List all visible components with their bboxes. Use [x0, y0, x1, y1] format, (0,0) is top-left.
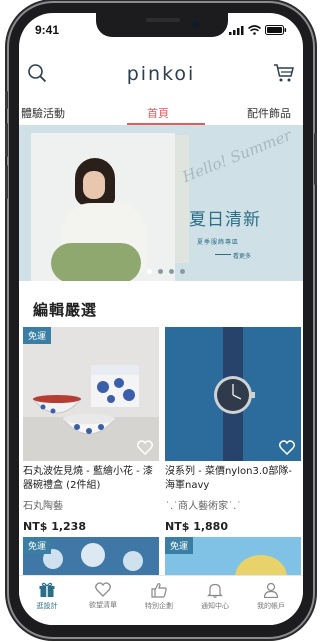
banner-subtitle: 夏季服飾專區: [197, 239, 240, 246]
banner-pillow: [51, 243, 141, 281]
volume-down-button: [5, 165, 8, 199]
app-logo[interactable]: pinkoi: [19, 63, 303, 85]
signal-icon: [229, 25, 244, 35]
nav-label: 我的帳戶: [257, 602, 285, 610]
nav-my-account[interactable]: 我的帳戶: [243, 582, 299, 611]
heart-icon[interactable]: [137, 440, 153, 455]
free-shipping-badge: 免運: [165, 537, 194, 554]
banner-more-link[interactable]: 看更多: [233, 251, 251, 260]
bell-icon: [207, 583, 223, 598]
nav-browse-design[interactable]: 逛設計: [19, 582, 75, 611]
status-time: 9:41: [35, 23, 60, 37]
carousel-dots: [147, 269, 185, 274]
category-tabs: 體驗活動 首頁 配件飾品: [19, 103, 303, 126]
speaker: [146, 18, 180, 22]
tab-accessories[interactable]: 配件飾品: [247, 105, 291, 121]
heart-icon[interactable]: [279, 440, 295, 455]
user-icon: [263, 582, 279, 598]
phone-screen: 9:41 pinkoi 體驗活動 首頁 配件飾品 Hello! Summer 夏…: [19, 13, 303, 625]
banner-model-face: [83, 171, 105, 199]
section-title: 編輯嚴選: [33, 301, 98, 319]
product-card[interactable]: 沒系列 - 菜價nylon3.0部隊-海軍navy ˙.˙商人藝術家˙.˙ NT…: [165, 327, 301, 533]
nav-special-projects[interactable]: 特別企劃: [131, 582, 187, 611]
thumbs-up-icon: [151, 583, 167, 598]
banner-title: 夏日清新: [189, 210, 261, 230]
product-price: NT$ 1,880: [165, 520, 228, 533]
promo-banner[interactable]: Hello! Summer 夏日清新 夏季服飾專區 看更多: [19, 125, 303, 281]
cart-icon[interactable]: [273, 63, 295, 83]
bottom-nav: 逛設計 欲望清單 特別企劃 通知中心 我的帳戶: [19, 575, 303, 625]
banner-more-line: [215, 254, 231, 255]
notch: [96, 13, 228, 37]
product-card[interactable]: 免運: [165, 537, 301, 577]
power-button: [314, 133, 317, 185]
wifi-icon: [248, 25, 261, 35]
gift-icon: [39, 582, 55, 597]
nav-label: 逛設計: [36, 602, 58, 610]
carousel-dot[interactable]: [180, 269, 185, 274]
heart-icon: [95, 582, 111, 597]
app-header: pinkoi: [19, 43, 303, 95]
carousel-dot[interactable]: [147, 269, 152, 274]
product-title[interactable]: 沒系列 - 菜價nylon3.0部隊-海軍navy: [165, 465, 301, 493]
banner-script-text: Hello! Summer: [179, 125, 294, 187]
front-camera: [192, 21, 199, 28]
product-price: NT$ 1,238: [23, 520, 86, 533]
product-image: [165, 327, 301, 461]
battery-icon: [265, 25, 287, 35]
tab-home[interactable]: 首頁: [147, 105, 169, 121]
product-card[interactable]: 免運: [23, 537, 159, 577]
shop-name[interactable]: ˙.˙商人藝術家˙.˙: [165, 497, 301, 512]
nav-notifications[interactable]: 通知中心: [187, 582, 243, 611]
shop-name[interactable]: 石丸陶藝: [23, 497, 159, 512]
free-shipping-badge: 免運: [23, 327, 52, 344]
nav-wishlist[interactable]: 欲望清單: [75, 582, 131, 610]
volume-up-button: [5, 123, 8, 157]
nav-label: 通知中心: [201, 602, 229, 610]
product-card[interactable]: 免運 石丸波佐見燒 - 藍繪小花 - 漆器碗禮盒 (2件組) 石丸陶藝 NT$ …: [23, 327, 159, 533]
carousel-dot[interactable]: [158, 269, 163, 274]
product-image: 免運: [23, 327, 159, 461]
mute-switch: [5, 91, 8, 109]
product-title[interactable]: 石丸波佐見燒 - 藍繪小花 - 漆器碗禮盒 (2件組): [23, 465, 159, 493]
banner-photo: [31, 133, 175, 281]
free-shipping-badge: 免運: [23, 537, 52, 554]
nav-label: 欲望清單: [89, 601, 117, 609]
carousel-dot[interactable]: [169, 269, 174, 274]
nav-label: 特別企劃: [145, 602, 173, 610]
tab-experiences[interactable]: 體驗活動: [21, 105, 65, 121]
